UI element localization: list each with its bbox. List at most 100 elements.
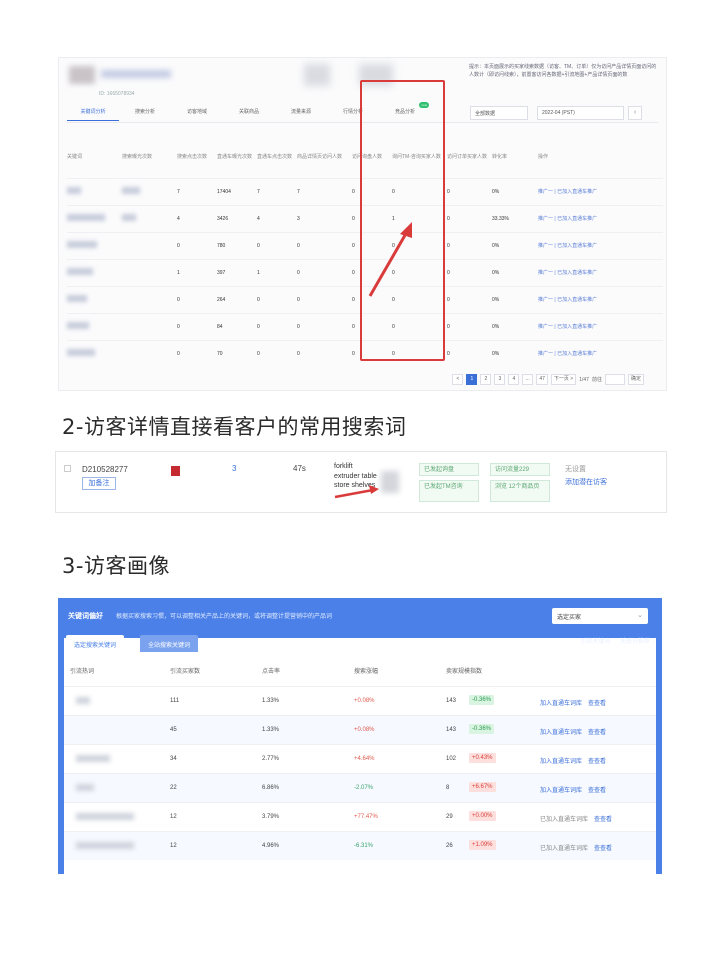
row-checkbox[interactable] <box>64 465 71 472</box>
traffic-keyword-link[interactable]: 引流关键词 <box>580 639 610 645</box>
related-keyword-link[interactable]: 关联词推荐 <box>620 639 650 645</box>
col-header: 操作 <box>538 153 549 160</box>
keyword: extruder table <box>334 472 377 480</box>
page-4-button[interactable]: 4 <box>508 374 520 385</box>
page-2-button[interactable]: 2 <box>480 374 492 385</box>
col-header[interactable]: 访问订单买家人数 <box>447 136 492 178</box>
op-cell[interactable]: 推广一 | 已加入直通车推广 <box>538 231 663 259</box>
row-actions: 已加入直通车词库 查查看 <box>540 814 612 823</box>
exposure-cell <box>122 312 177 340</box>
exposure-cell <box>122 285 177 313</box>
metric-cell: 17404 <box>217 177 257 205</box>
metric-cell: 3 <box>297 204 352 232</box>
page-jump-input[interactable] <box>604 374 625 385</box>
click-rate: 1.33% <box>262 727 280 733</box>
blurred-product-title <box>69 64 179 86</box>
view-link[interactable]: 查查看 <box>594 846 612 852</box>
add-to-keyword-pool-link[interactable]: 已加入直通车词库 <box>540 846 588 852</box>
col-header[interactable]: 直通车点击次数 <box>257 136 297 178</box>
metric-cell: 0 <box>297 339 352 367</box>
marketing-setting: 无设置 <box>565 466 586 473</box>
tab-traffic-source[interactable]: 流量来源 <box>275 108 327 121</box>
add-potential-visitor-link[interactable]: 添加潜在访客 <box>565 477 607 487</box>
tab-search-analysis[interactable]: 搜索分析 <box>119 108 171 121</box>
blurred-keyword <box>76 697 90 704</box>
tab-visitor-region[interactable]: 访客地域 <box>171 108 223 121</box>
add-to-keyword-pool-link[interactable]: 加入直通车词库 <box>540 788 582 794</box>
metric-cell: 397 <box>217 258 257 286</box>
metric-cell: 0 <box>447 177 492 205</box>
col-header[interactable]: 关键词 <box>67 136 122 178</box>
tab-keyword-analysis[interactable]: 关键词分析 <box>67 108 119 121</box>
metric-cell: 0 <box>297 258 352 286</box>
view-link[interactable]: 查查看 <box>588 788 606 794</box>
page-1-button[interactable]: 1 <box>466 374 478 385</box>
chevron-down-icon: ⌄ <box>637 612 643 619</box>
buyer-count: 22 <box>170 785 177 791</box>
visit-count-link[interactable]: 3 <box>232 464 236 473</box>
annotation-arrow <box>368 222 412 297</box>
add-to-keyword-pool-link[interactable]: 加入直通车词库 <box>540 701 582 707</box>
tab-site-keywords[interactable]: 全站搜索关键词 <box>140 635 199 652</box>
tab-selected-keywords[interactable]: 选定搜索关键词 <box>66 635 125 652</box>
data-filter-select[interactable]: 全部数据 <box>470 106 528 120</box>
row-actions: 加入直通车词库 查查看 <box>540 756 606 765</box>
col-header[interactable]: 商品详情页访问人数 <box>297 136 352 178</box>
op-cell[interactable]: 推广一 | 已加入直通车推广 <box>538 258 663 286</box>
op-cell[interactable]: 推广一 | 已加入直通车推广 <box>538 177 663 205</box>
rate-cell: 0% <box>492 312 538 340</box>
view-link[interactable]: 查查看 <box>588 701 606 707</box>
metric-cell: 0 <box>177 231 217 259</box>
add-to-keyword-pool-link[interactable]: 加入直通车词库 <box>540 730 582 736</box>
next-page-button[interactable]: 下一页 > <box>550 374 577 385</box>
panel-title: 关键词偏好 <box>68 613 103 620</box>
keyword-cell <box>67 312 122 340</box>
op-cell[interactable]: 推广一 | 已加入直通车推广 <box>538 285 663 313</box>
date-select[interactable]: 2022-04 (PST) <box>537 106 624 120</box>
blurred-value <box>122 187 140 194</box>
rate-cell: 0% <box>492 285 538 313</box>
col-header[interactable]: 转化率 <box>492 136 538 178</box>
buyer-select[interactable]: 选定买家 ⌄ <box>552 608 648 624</box>
metric-cell: 0 <box>257 285 297 313</box>
buyer-count: 12 <box>170 814 177 820</box>
blurred-keyword <box>76 842 134 849</box>
col-header: 卖家规模指数 <box>446 669 483 675</box>
header-links: 引流关键词 关联词推荐 <box>572 636 650 645</box>
col-header[interactable]: 搜索曝光次数 <box>122 136 177 178</box>
view-link[interactable]: 查查看 <box>594 817 612 823</box>
view-link[interactable]: 查查看 <box>588 730 606 736</box>
blurred-keyword <box>76 755 110 762</box>
metric-cell: 780 <box>217 231 257 259</box>
add-to-keyword-pool-link[interactable]: 加入直通车词库 <box>540 759 582 765</box>
page-47-button[interactable]: 47 <box>536 374 548 385</box>
tab-related-products[interactable]: 关联商品 <box>223 108 275 121</box>
chevron-left-icon[interactable]: ‹ <box>628 106 642 120</box>
confirm-button[interactable]: 确定 <box>627 374 644 385</box>
search-growth: -2.07% <box>354 785 374 791</box>
add-remark-button[interactable]: 加备注 <box>82 477 116 490</box>
click-rate: 2.77% <box>262 756 280 762</box>
op-cell[interactable]: 推广一 | 已加入直通车推广 <box>538 204 663 232</box>
scale-change-badge: +6.67% <box>469 782 496 792</box>
view-link[interactable]: 查查看 <box>588 759 606 765</box>
col-header[interactable]: 直通车曝光次数 <box>217 136 257 178</box>
rate-cell: 0% <box>492 258 538 286</box>
blurred-keyword <box>67 295 87 302</box>
col-header[interactable]: 搜索点击次数 <box>177 136 217 178</box>
table-row: 34 2.77% +4.64% 102 +0.43% 加入直通车词库 查查看 <box>64 744 656 773</box>
prev-page-button[interactable]: < <box>452 374 464 385</box>
keyword-cell <box>67 258 122 286</box>
op-cell[interactable]: 推广一 | 已加入直通车推广 <box>538 339 663 367</box>
caption-visitor-details: 2-访客详情直接看客户的常用搜索词 <box>62 415 407 439</box>
metric-cell: 0 <box>177 285 217 313</box>
seller-scale: 29 <box>446 814 453 820</box>
page-3-button[interactable]: 3 <box>494 374 506 385</box>
blurred-region <box>304 64 330 86</box>
op-cell[interactable]: 推广一 | 已加入直通车推广 <box>538 312 663 340</box>
add-to-keyword-pool-link[interactable]: 已加入直通车词库 <box>540 817 588 823</box>
keyword-cell <box>67 339 122 367</box>
search-growth: -6.31% <box>354 843 374 849</box>
hint-text: 提示：本页面展示的买家线索数据（访客、TM、订单）仅为访问产品详情页面访问的人数… <box>469 64 657 78</box>
metric-cell: 0 <box>447 339 492 367</box>
